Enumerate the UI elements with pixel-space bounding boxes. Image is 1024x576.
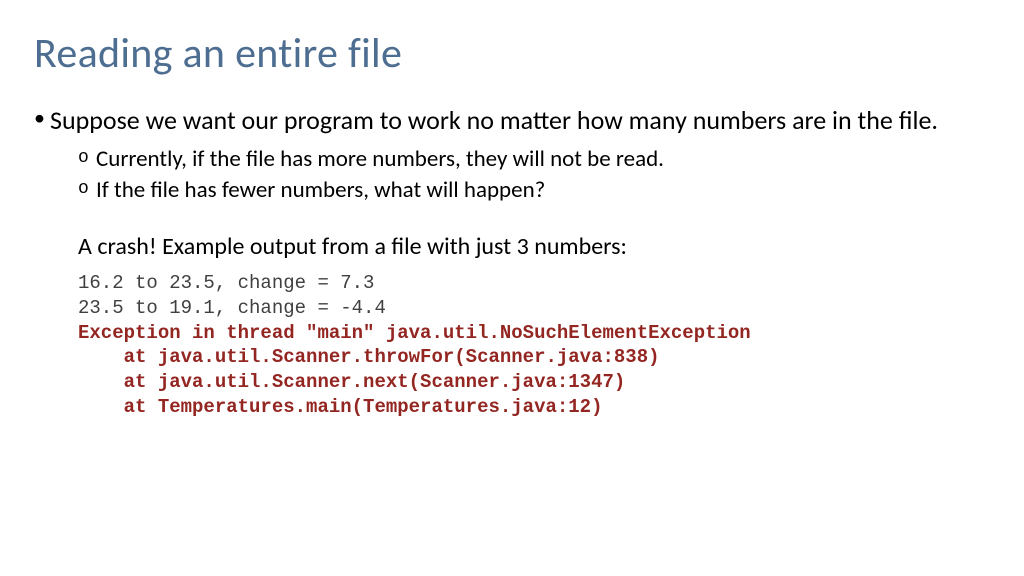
code-error-line-2: at java.util.Scanner.throwFor(Scanner.ja… xyxy=(78,346,660,368)
code-output-line-2: 23.5 to 19.1, change = -4.4 xyxy=(78,297,386,319)
code-error-line-4: at Temperatures.main(Temperatures.java:1… xyxy=(78,396,603,418)
code-error-line-1: Exception in thread "main" java.util.NoS… xyxy=(78,322,751,344)
code-error-line-3: at java.util.Scanner.next(Scanner.java:1… xyxy=(78,371,625,393)
sub-bullet-1: Currently, if the file has more numbers,… xyxy=(78,144,990,175)
sub-bullet-2: If the file has fewer numbers, what will… xyxy=(78,175,990,206)
slide: Reading an entire file Suppose we want o… xyxy=(0,0,1024,576)
crash-intro-line: A crash! Example output from a file with… xyxy=(78,232,990,261)
code-output-line-1: 16.2 to 23.5, change = 7.3 xyxy=(78,272,374,294)
slide-title: Reading an entire file xyxy=(34,28,990,79)
code-output-block: 16.2 to 23.5, change = 7.3 23.5 to 19.1,… xyxy=(78,271,990,419)
main-bullet: Suppose we want our program to work no m… xyxy=(34,105,990,136)
sub-bullet-list: Currently, if the file has more numbers,… xyxy=(78,144,990,206)
